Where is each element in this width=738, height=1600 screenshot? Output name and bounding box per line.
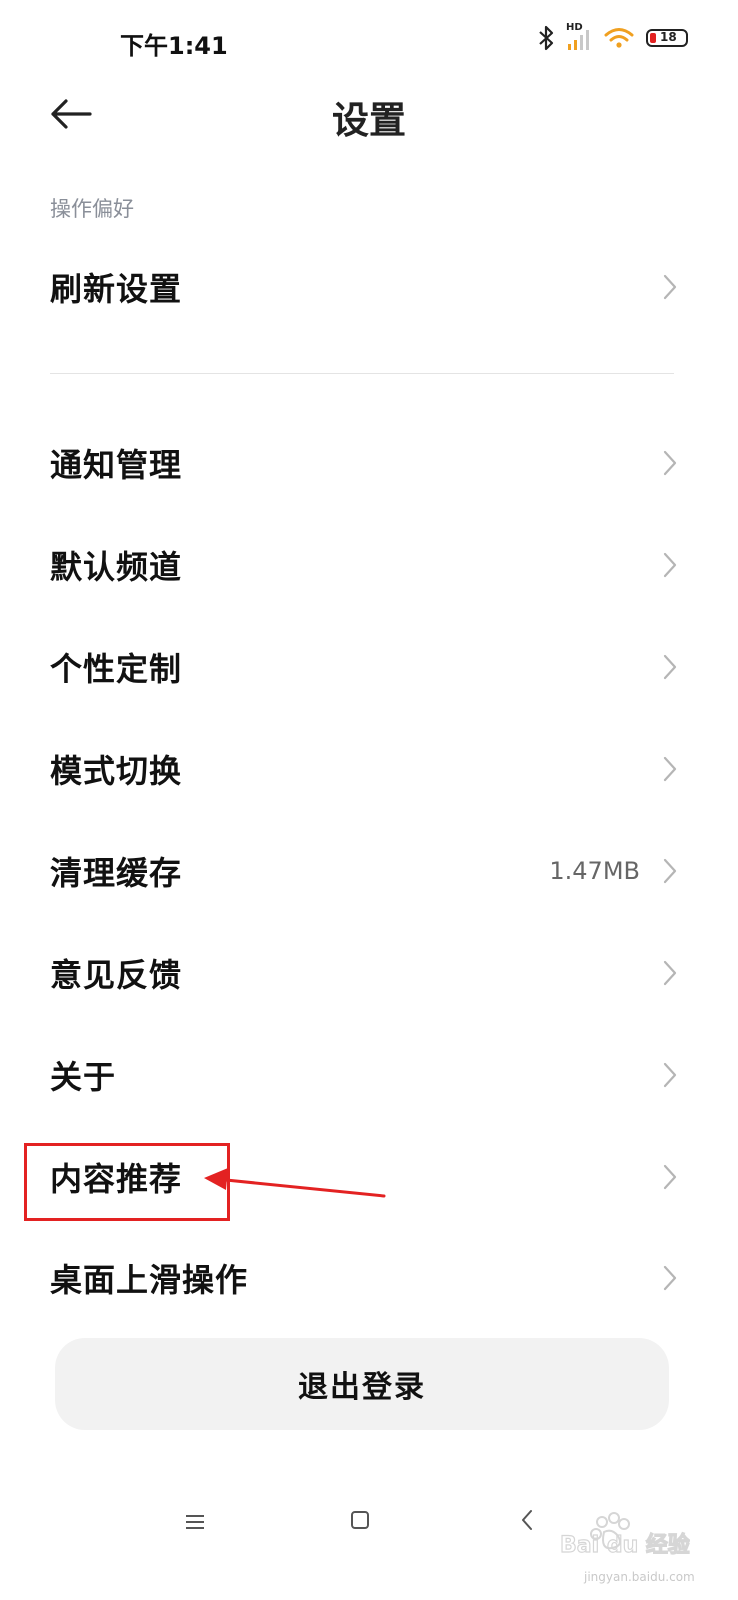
chevron-right-icon xyxy=(663,1164,677,1190)
chevron-right-icon xyxy=(663,450,677,476)
divider xyxy=(50,373,674,374)
baidu-watermark-logo-icon: Bai du 经验 xyxy=(560,1512,690,1559)
row-label: 意见反馈 xyxy=(50,956,183,994)
status-bar: 下午1:41 HD 18 xyxy=(0,0,738,80)
settings-row-refresh[interactable]: 刷新设置 xyxy=(0,237,738,337)
chevron-right-icon xyxy=(663,654,677,680)
row-label: 关于 xyxy=(50,1058,117,1096)
watermark-text: jingyan.baidu.com xyxy=(584,1570,695,1584)
wifi-icon xyxy=(604,28,634,48)
menu-icon[interactable] xyxy=(184,1512,206,1532)
logout-button[interactable]: 退出登录 xyxy=(55,1338,669,1430)
signal-icon: HD xyxy=(566,22,592,52)
settings-row-feedback[interactable]: 意见反馈 xyxy=(0,923,738,1023)
annotation-highlight-box xyxy=(24,1143,230,1221)
nav-back-icon[interactable] xyxy=(520,1508,534,1532)
chevron-right-icon xyxy=(663,1062,677,1088)
settings-row-clear-cache[interactable]: 清理缓存 1.47MB xyxy=(0,821,738,921)
settings-row-notifications[interactable]: 通知管理 xyxy=(0,413,738,513)
row-label: 刷新设置 xyxy=(50,270,183,308)
chevron-right-icon xyxy=(663,756,677,782)
battery-level: 18 xyxy=(660,30,677,44)
row-label: 清理缓存 xyxy=(50,854,183,892)
row-label: 默认频道 xyxy=(50,548,183,586)
chevron-right-icon xyxy=(663,552,677,578)
section-label: 操作偏好 xyxy=(50,197,134,221)
svg-text:Bai du 经验: Bai du 经验 xyxy=(560,1532,690,1558)
row-label: 模式切换 xyxy=(50,752,183,790)
row-label: 桌面上滑操作 xyxy=(50,1261,249,1299)
status-time: 下午1:41 xyxy=(120,32,228,60)
row-label: 通知管理 xyxy=(50,446,183,484)
header: 设置 xyxy=(0,80,738,150)
settings-row-swipe-up-action[interactable]: 桌面上滑操作 xyxy=(0,1228,738,1328)
row-label: 个性定制 xyxy=(50,650,183,688)
chevron-right-icon xyxy=(663,274,677,300)
settings-row-about[interactable]: 关于 xyxy=(0,1025,738,1125)
status-icons: HD 18 xyxy=(538,22,688,52)
battery-icon: 18 xyxy=(646,29,688,47)
logout-label: 退出登录 xyxy=(298,1370,426,1405)
chevron-right-icon xyxy=(663,1265,677,1291)
page-title: 设置 xyxy=(332,99,406,142)
home-icon[interactable] xyxy=(350,1510,370,1530)
chevron-right-icon xyxy=(663,960,677,986)
cache-size-value: 1.47MB xyxy=(549,857,640,885)
settings-row-mode-switch[interactable]: 模式切换 xyxy=(0,719,738,819)
chevron-right-icon xyxy=(663,858,677,884)
bluetooth-icon xyxy=(539,25,554,51)
settings-row-personalize[interactable]: 个性定制 xyxy=(0,617,738,717)
settings-row-default-channel[interactable]: 默认频道 xyxy=(0,515,738,615)
